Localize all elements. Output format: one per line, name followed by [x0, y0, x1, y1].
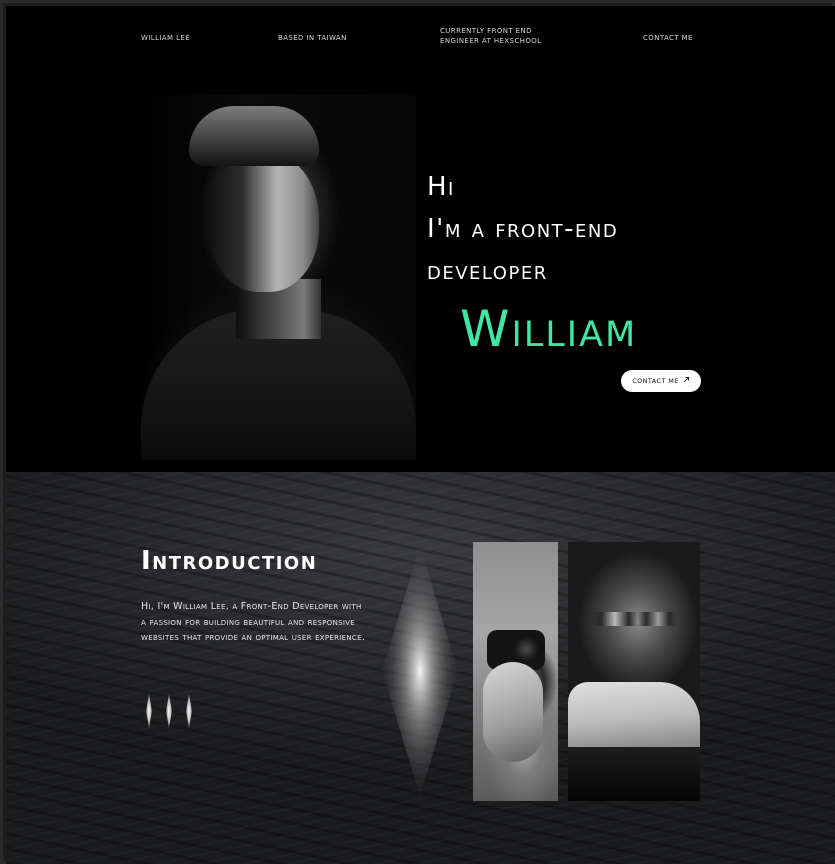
photographer-image: [473, 542, 558, 801]
large-sparkle-icon: [382, 546, 458, 796]
nav-contact-link[interactable]: Contact me: [643, 33, 693, 43]
nav-current-role: Currently Front End Engineer at Hexschoo…: [440, 26, 570, 46]
nav-current-line2: Engineer at Hexschool: [440, 37, 542, 45]
greeting-line-3: developer: [427, 256, 548, 286]
greeting-line-2: I'm a front-end: [427, 214, 619, 244]
introduction-section: Introduction Hi, I'm William Lee, a Fron…: [6, 472, 835, 864]
hero-greeting: Hi I'm a front-end developer: [427, 166, 618, 292]
arrow-up-right-icon: [683, 376, 690, 386]
sparkle-trio-icon: [146, 694, 192, 728]
hero-section: William Lee Based in Taiwan Currently Fr…: [6, 6, 835, 472]
intro-title: Introduction: [141, 546, 318, 576]
hero-contact-label: Contact me: [632, 377, 679, 385]
intro-text: Hi, I'm William Lee, a Front-End Develop…: [141, 601, 366, 643]
nav-name: William Lee: [141, 34, 191, 42]
hero-portrait-image: [141, 94, 416, 460]
nav-location: Based in Taiwan: [278, 34, 347, 42]
greeting-line-1: Hi: [427, 172, 455, 202]
closeup-portrait-image: [568, 542, 700, 801]
hero-contact-button[interactable]: Contact me: [621, 370, 701, 392]
nav-current-line1: Currently Front End: [440, 27, 532, 35]
page-frame: William Lee Based in Taiwan Currently Fr…: [0, 0, 835, 864]
top-nav: William Lee Based in Taiwan Currently Fr…: [6, 6, 835, 66]
hero-name: William: [460, 300, 638, 358]
